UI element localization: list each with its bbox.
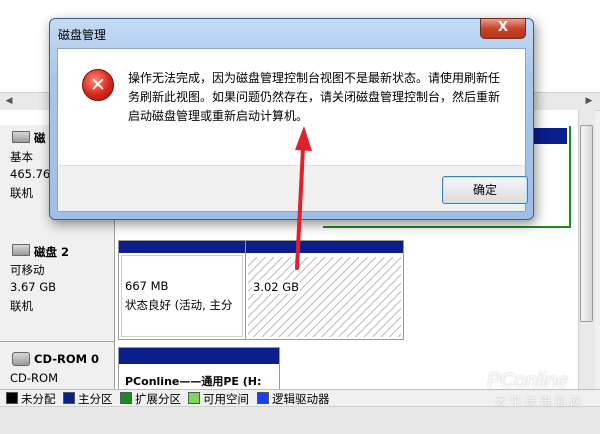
dialog-footer: 确定: [57, 165, 528, 212]
watermark-brand: PConline: [487, 370, 569, 392]
watermark-logo: PConline 太平洋电脑网: [487, 370, 597, 415]
cdrom-0-info[interactable]: CD-ROM 0 CD-ROM: [0, 342, 115, 389]
dialog-title: 磁盘管理: [58, 28, 107, 42]
disk-2-partition-1[interactable]: 667 MB 状态良好 (活动, 主分: [118, 240, 246, 340]
disk-1-type: 基本: [10, 150, 33, 164]
disk-icon: [12, 131, 30, 143]
legend-swatch: [188, 392, 200, 404]
cdrom-title: CD-ROM 0: [34, 352, 100, 366]
partition-size: 3.02 GB: [252, 280, 301, 294]
vertical-scrollbar-thumb[interactable]: [580, 125, 593, 322]
dialog-message-line: 操作无法完成，因为磁盘管理控制台视图不是最新状态。请使用刷新任: [128, 71, 501, 85]
legend-swatch: [63, 392, 75, 404]
cdrom-icon: [12, 352, 30, 366]
legend-item-free: 可用空间: [188, 392, 249, 405]
partition-size: 667 MB: [125, 279, 169, 293]
error-icon: ✕: [82, 69, 114, 101]
dialog-message-line: 启动磁盘管理或重新启动计算机。: [128, 109, 309, 123]
close-button[interactable]: X: [480, 18, 526, 39]
scroll-left-icon[interactable]: ◀: [4, 96, 14, 106]
cdrom-type: CD-ROM: [10, 371, 58, 385]
disk-2-info[interactable]: 磁盘 2 可移动 3.67 GB 联机: [0, 236, 115, 342]
partition-status: 状态良好 (活动, 主分: [125, 298, 233, 312]
cdrom-volume-label: PConline——通用PE (H:: [125, 375, 262, 388]
disk-2-size: 3.67 GB: [10, 280, 57, 294]
primary-partition-band: [119, 348, 279, 364]
disk-2-state: 联机: [10, 299, 33, 313]
primary-partition-band: [119, 241, 245, 253]
legend-swatch: [257, 392, 269, 404]
partition-band: [534, 128, 567, 144]
disk-2-partition-2[interactable]: 3.02 GB: [245, 240, 404, 340]
dialog-content: ✕ 操作无法完成，因为磁盘管理控制台视图不是最新状态。请使用刷新任 务刷新此视图…: [57, 48, 526, 167]
legend-item-unallocated: 未分配: [6, 392, 56, 405]
cdrom-partition[interactable]: PConline——通用PE (H:: [118, 347, 280, 390]
dialog-message: 操作无法完成，因为磁盘管理控制台视图不是最新状态。请使用刷新任 务刷新此视图。如…: [128, 69, 514, 126]
scroll-right-icon[interactable]: ▶: [584, 96, 594, 106]
legend-swatch: [6, 392, 18, 404]
watermark-subtitle: 太平洋电脑网: [495, 395, 585, 408]
legend-swatch: [120, 392, 132, 404]
disk-1-size: 465.76: [10, 167, 51, 181]
ok-button[interactable]: 确定: [442, 176, 528, 204]
error-dialog[interactable]: 磁盘管理 X ✕ 操作无法完成，因为磁盘管理控制台视图不是最新状态。请使用刷新任…: [49, 18, 534, 220]
unallocated-hatch: [248, 257, 401, 337]
legend-item-logical: 逻辑驱动器: [257, 392, 330, 405]
legend-item-extended: 扩展分区: [120, 392, 181, 405]
legend-item-primary: 主分区: [63, 392, 113, 405]
dialog-message-line: 务刷新此视图。如果问题仍然存在，请关闭磁盘管理控制台，然后重新: [128, 90, 501, 104]
disk-icon: [12, 244, 30, 256]
disk-1-title: 磁: [34, 131, 46, 145]
disk-2-type: 可移动: [10, 263, 45, 277]
disk-1-state: 联机: [10, 186, 33, 200]
primary-partition-band: [246, 241, 403, 253]
disk-2-title: 磁盘 2: [34, 245, 70, 259]
